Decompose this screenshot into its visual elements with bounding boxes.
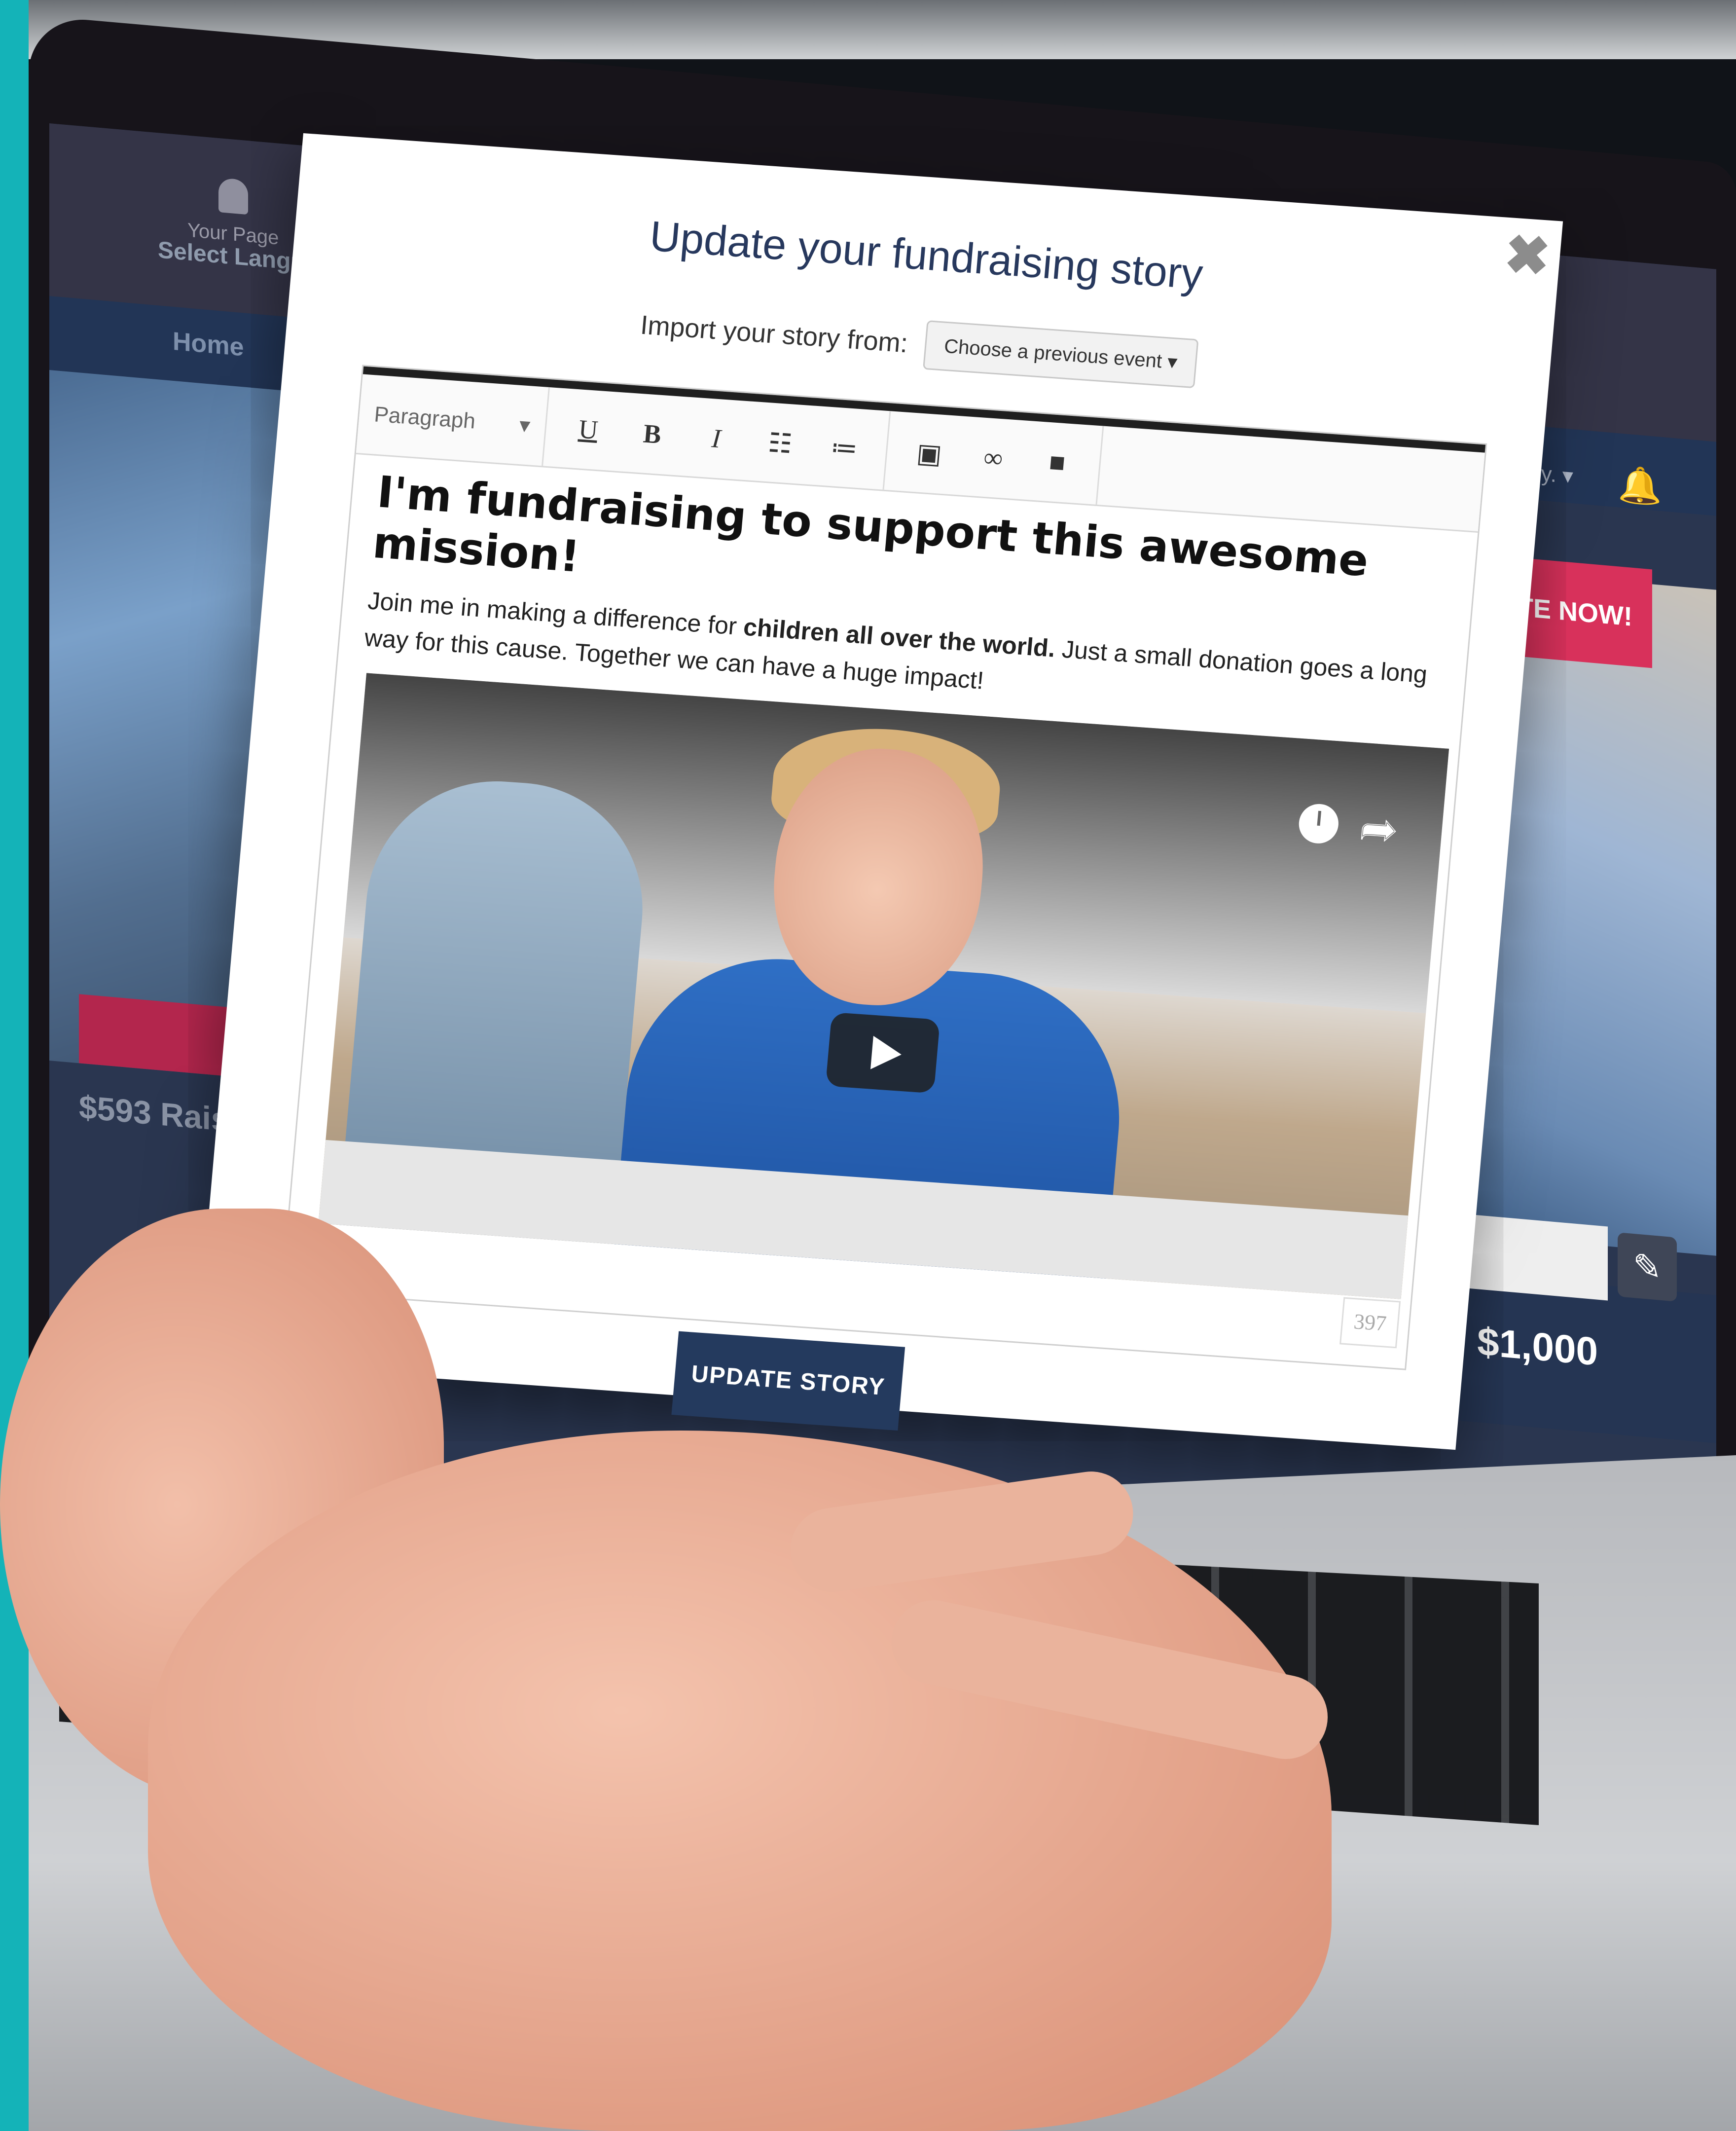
ordered-list-icon[interactable]: ☷ <box>747 425 813 461</box>
format-select[interactable]: Paragraph ▾ <box>356 374 550 466</box>
update-story-button[interactable]: UPDATE STORY <box>671 1331 905 1431</box>
bold-button[interactable]: B <box>619 416 686 451</box>
video-icon[interactable]: ■ <box>1024 445 1090 480</box>
update-story-modal: ✖ Update your fundraising story Import y… <box>196 133 1563 1450</box>
play-icon[interactable] <box>825 1012 940 1094</box>
unordered-list-icon[interactable]: ≔ <box>811 430 877 465</box>
middle-finger <box>785 1466 1139 1597</box>
format-select-value: Paragraph <box>373 402 477 434</box>
text-style-group: U B I ☷ ≔ <box>543 387 891 490</box>
character-count: 397 <box>1339 1297 1401 1349</box>
bell-icon[interactable]: 🔔 <box>1618 463 1662 509</box>
bg-nav-home[interactable]: Home <box>173 327 244 363</box>
bg-your-page-link[interactable]: Your Page <box>187 175 279 249</box>
teal-side-strip <box>0 0 29 2131</box>
bg-raised-amount: $593 Rais <box>79 1088 229 1138</box>
image-icon[interactable]: ▣ <box>896 436 963 471</box>
embedded-video[interactable]: ➦ <box>318 673 1449 1299</box>
previous-event-select[interactable]: Choose a previous event ▾ <box>923 320 1199 389</box>
italic-button[interactable]: I <box>683 421 750 456</box>
underline-button[interactable]: U <box>555 412 621 447</box>
user-icon <box>218 177 248 215</box>
chevron-down-icon: ▾ <box>518 412 532 438</box>
import-label: Import your story from: <box>639 310 909 359</box>
link-icon[interactable]: ∞ <box>960 441 1026 476</box>
story-editor: Paragraph ▾ U B I ☷ ≔ ▣ ∞ ■ I'm fundrais… <box>281 365 1487 1370</box>
pencil-icon[interactable]: ✎ <box>1618 1232 1677 1302</box>
share-icon[interactable]: ➦ <box>1358 802 1400 856</box>
insert-group: ▣ ∞ ■ <box>884 411 1104 505</box>
